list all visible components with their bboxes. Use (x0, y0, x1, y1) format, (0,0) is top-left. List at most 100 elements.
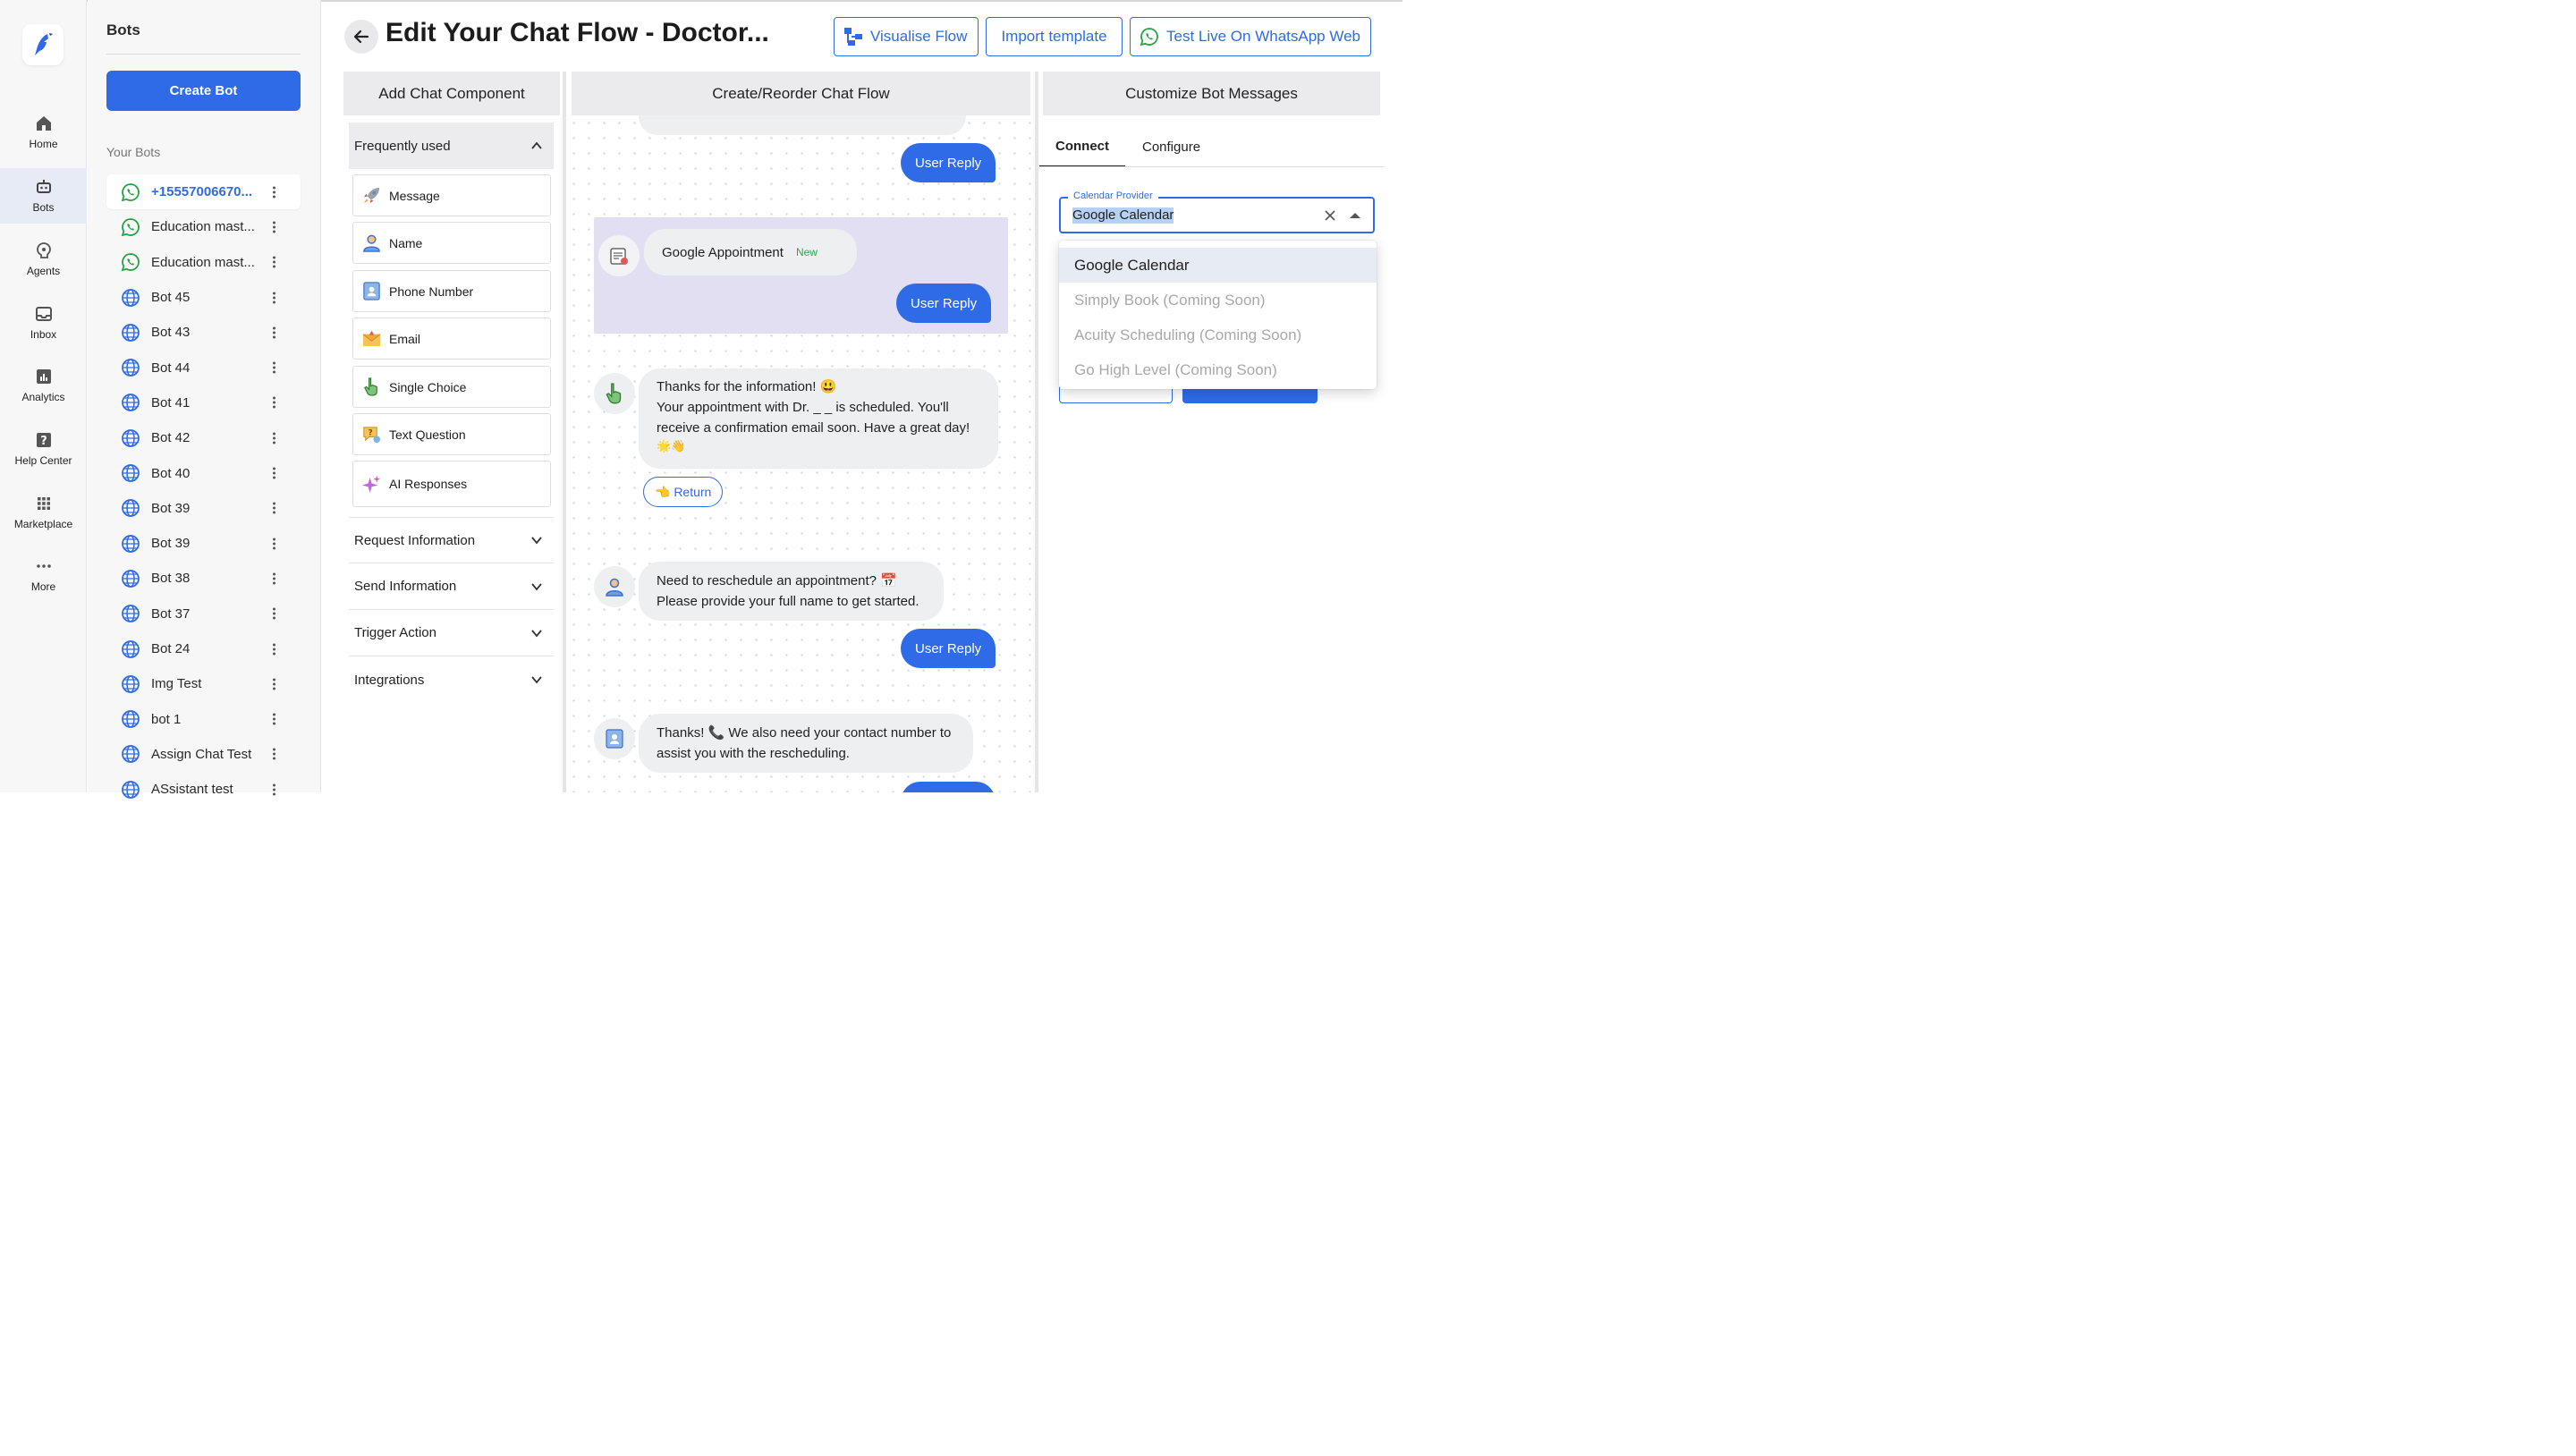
option-acuity-scheduling: Acuity Scheduling (Coming Soon) (1074, 326, 1302, 343)
more-vertical-icon[interactable] (273, 501, 275, 516)
bot-list-item[interactable]: Bot 39 (106, 491, 301, 526)
close-icon[interactable] (1323, 208, 1337, 223)
thanks-bubble[interactable]: Thanks for the information! 😃 Your appoi… (639, 368, 998, 469)
app-logo[interactable] (22, 24, 64, 65)
more-vertical-icon[interactable] (273, 255, 275, 270)
nav-inbox[interactable]: Inbox (0, 295, 87, 351)
back-button[interactable] (344, 20, 378, 54)
nav-more[interactable]: More (0, 547, 87, 603)
nav-home[interactable]: Home (0, 105, 87, 160)
contact-number-bubble[interactable]: Thanks! 📞 We also need your contact numb… (639, 714, 973, 773)
rocket-icon (363, 187, 380, 204)
nav-analytics[interactable]: Analytics (0, 358, 87, 413)
bot-list-item[interactable]: Education mast... (106, 245, 301, 280)
more-vertical-icon[interactable] (273, 571, 275, 586)
more-vertical-icon[interactable] (273, 782, 275, 797)
globe-icon (122, 674, 140, 693)
component-ai-responses[interactable]: AI Responses (352, 461, 551, 507)
more-vertical-icon[interactable] (273, 395, 275, 411)
bot-list-item[interactable]: Bot 43 (106, 315, 301, 350)
bot-list-item[interactable]: Education mast... (106, 209, 301, 244)
bot-list-item[interactable]: Bot 40 (106, 455, 301, 490)
integrations-accordion[interactable]: Integrations (349, 656, 554, 703)
more-vertical-icon[interactable] (273, 466, 275, 481)
component-text-question[interactable]: ? Text Question (352, 413, 551, 455)
nav-inbox-label: Inbox (30, 328, 57, 341)
bot-list-item[interactable]: Img Test (106, 666, 301, 701)
chevron-down-icon (531, 582, 542, 590)
choice-avatar (594, 373, 635, 414)
user-reply-button[interactable]: User Reply (901, 629, 996, 668)
frequently-used-accordion[interactable]: Frequently used (349, 123, 554, 169)
more-vertical-icon[interactable] (273, 712, 275, 727)
user-reply-button[interactable]: User Reply (896, 284, 992, 323)
more-vertical-icon[interactable] (273, 219, 275, 234)
import-template-button[interactable]: Import template (986, 17, 1123, 56)
nav-help-center[interactable]: ? Help Center (0, 421, 87, 477)
bot-list-item[interactable]: Bot 45 (106, 280, 301, 315)
bubble-cutoff[interactable] (639, 115, 966, 135)
component-panel: Frequently used Message Name Phone Numbe… (343, 115, 560, 792)
bot-list-item[interactable]: Bot 39 (106, 526, 301, 561)
bot-list-item[interactable]: Bot 41 (106, 385, 301, 420)
bot-list-item[interactable]: Bot 42 (106, 420, 301, 455)
caret-up-icon[interactable] (1350, 213, 1360, 218)
tab-configure[interactable]: Configure (1142, 126, 1200, 167)
more-vertical-icon[interactable] (273, 430, 275, 445)
nav-agents[interactable]: Agents (0, 232, 87, 287)
component-name[interactable]: Name (352, 222, 551, 264)
trigger-action-accordion[interactable]: Trigger Action (349, 610, 554, 656)
visualise-flow-button[interactable]: Visualise Flow (834, 17, 979, 56)
nav-marketplace-label: Marketplace (13, 518, 73, 530)
pointing-hand-icon (364, 377, 377, 396)
bot-list-item[interactable]: Bot 38 (106, 561, 301, 596)
reschedule-bubble[interactable]: Need to reschedule an appointment? 📅 Ple… (639, 562, 944, 621)
bot-list-item[interactable]: ASsistant test (106, 772, 301, 807)
nav-bots[interactable]: Bots (0, 168, 87, 224)
bot-list-item[interactable]: bot 1 (106, 701, 301, 736)
envelope-icon (362, 330, 381, 347)
more-vertical-icon[interactable] (273, 290, 275, 305)
sidebar-title: Bots (106, 21, 140, 38)
bot-list-item[interactable]: Bot 37 (106, 597, 301, 631)
test-whatsapp-button[interactable]: Test Live On WhatsApp Web (1130, 17, 1371, 56)
bot-list-item[interactable]: Assign Chat Test (106, 737, 301, 772)
tab-connect[interactable]: Connect (1039, 126, 1125, 167)
question-bubble-icon: ? (363, 427, 381, 444)
bot-list-item[interactable]: Bot 44 (106, 350, 301, 385)
contact-line: assist you with the rescheduling. (657, 746, 850, 761)
pointing-hand-icon (606, 383, 622, 404)
send-information-accordion[interactable]: Send Information (349, 563, 554, 610)
more-vertical-icon[interactable] (273, 184, 275, 199)
calendar-provider-value[interactable]: Google Calendar (1072, 207, 1174, 224)
more-vertical-icon[interactable] (273, 641, 275, 656)
nav-agents-label: Agents (26, 265, 61, 277)
bot-list-item[interactable]: Bot 24 (106, 631, 301, 666)
google-appointment-bubble[interactable]: Google Appointment New (644, 229, 857, 275)
component-message[interactable]: Message (352, 174, 551, 216)
bot-name: Education mast... (151, 219, 255, 235)
bot-name: Education mast... (151, 254, 255, 270)
request-information-accordion[interactable]: Request Information (349, 517, 554, 563)
more-vertical-icon[interactable] (273, 747, 275, 762)
option-google-calendar[interactable]: Google Calendar (1059, 248, 1377, 283)
more-vertical-icon[interactable] (273, 325, 275, 340)
return-button[interactable]: 👈 Return (643, 477, 724, 507)
more-vertical-icon[interactable] (273, 536, 275, 551)
user-reply-button-cutoff[interactable] (901, 782, 996, 792)
create-bot-button[interactable]: Create Bot (106, 71, 301, 111)
component-single-choice[interactable]: Single Choice (352, 366, 551, 408)
nav-rail: Home Bots Agents Inbox Analytics ? Help … (0, 0, 87, 792)
thanks-line: Thanks for the information! 😃 (657, 379, 837, 394)
more-vertical-icon[interactable] (273, 360, 275, 376)
user-reply-button[interactable]: User Reply (901, 143, 996, 182)
nav-marketplace[interactable]: Marketplace (0, 485, 87, 540)
component-email[interactable]: Email (352, 317, 551, 360)
calendar-provider-select[interactable]: Calendar Provider Google Calendar (1059, 190, 1375, 233)
flow-canvas: User Reply Google Appointment New User R… (566, 115, 1035, 792)
reschedule-line: Please provide your full name to get sta… (657, 594, 919, 609)
bot-list-item[interactable]: +15557006670... (106, 174, 301, 210)
more-vertical-icon[interactable] (273, 676, 275, 691)
more-vertical-icon[interactable] (273, 606, 275, 622)
component-phone-number[interactable]: Phone Number (352, 270, 551, 312)
